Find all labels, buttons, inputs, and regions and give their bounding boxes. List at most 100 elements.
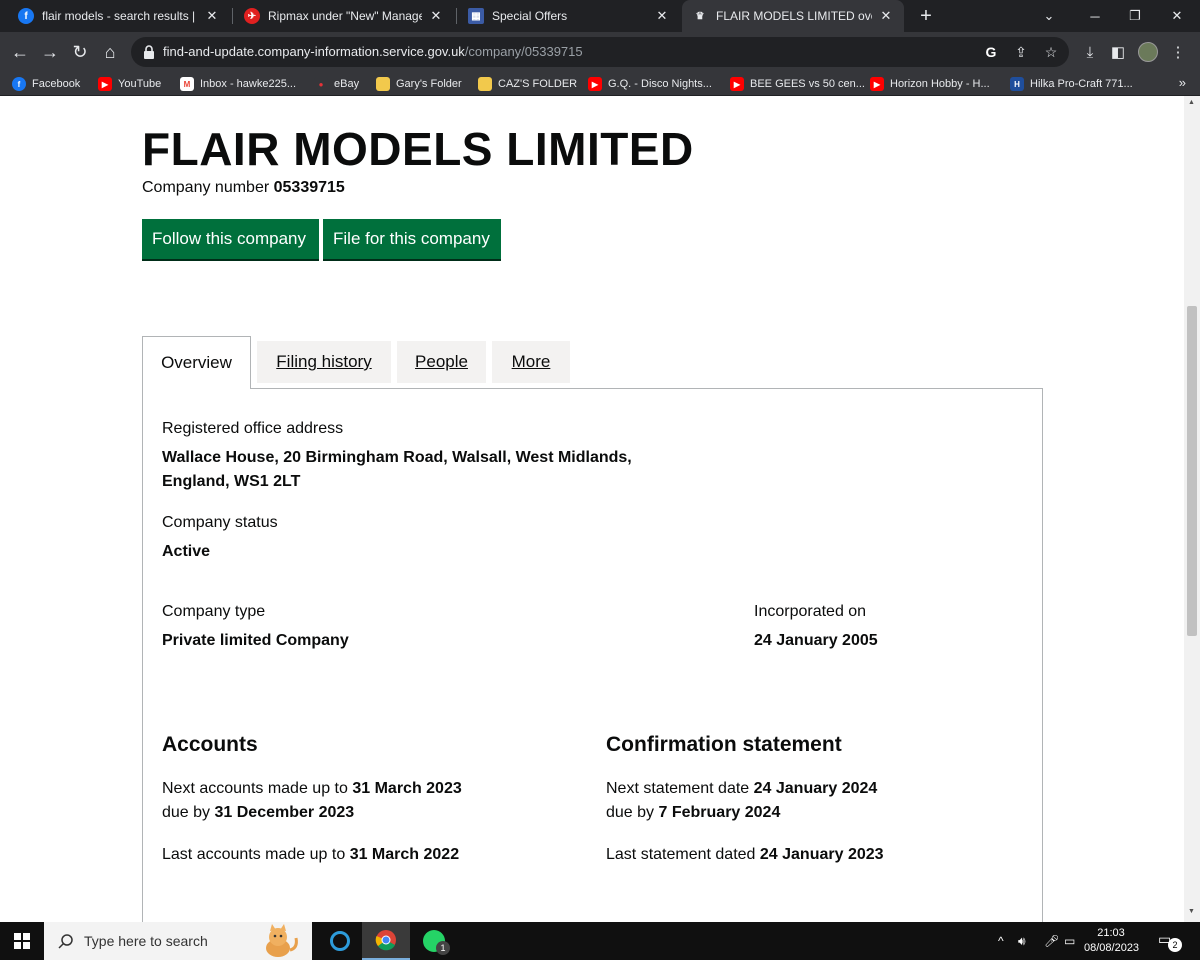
file-for-company-button[interactable]: File for this company	[323, 219, 501, 259]
folder-icon	[478, 77, 492, 91]
bookmark-bee-gees[interactable]: ▶ BEE GEES vs 50 cen...	[730, 75, 865, 93]
accounts-due-line: due by 31 December 2023	[162, 804, 355, 821]
whatsapp-icon[interactable]: 1	[410, 922, 458, 960]
accounts-heading: Accounts	[162, 733, 258, 756]
statement-due-line: due by 7 February 2024	[606, 804, 781, 821]
close-tab-icon[interactable]: ✕	[204, 8, 220, 24]
scroll-up-icon[interactable]: ▲	[1188, 99, 1195, 106]
follow-company-button[interactable]: Follow this company	[142, 219, 319, 259]
more-bookmarks-icon[interactable]: »	[1179, 75, 1186, 90]
shop-icon: ▦	[468, 8, 484, 24]
tab-filing-history[interactable]: Filing history	[257, 341, 391, 383]
bookmark-youtube[interactable]: ▶ YouTube	[98, 75, 161, 93]
taskbar-search-box[interactable]: Type here to search	[44, 922, 312, 960]
crown-icon: ♛	[695, 10, 705, 22]
bookmarks-bar: f Facebook ▶ YouTube M Inbox - hawke225... …	[0, 72, 1200, 96]
scroll-down-icon[interactable]: ▼	[1188, 908, 1195, 915]
system-clock[interactable]: 21:03 08/08/2023	[1084, 926, 1140, 956]
bookmark-disco-nights[interactable]: ▶ G.Q. - Disco Nights...	[588, 75, 712, 93]
page-scrollbar[interactable]: ▲ ▼	[1184, 96, 1200, 922]
overview-panel: Registered office address Wallace House,…	[142, 388, 1043, 922]
browser-tab-flair-models[interactable]: ♛ FLAIR MODELS LIMITED overview ✕	[682, 0, 904, 32]
incorporated-value: 24 January 2005	[754, 632, 878, 649]
company-type-label: Company type	[162, 603, 266, 620]
tab-people[interactable]: People	[397, 341, 486, 383]
tab-overview[interactable]: Overview	[142, 336, 251, 389]
network-icon[interactable]: ▭	[1064, 922, 1075, 960]
browser-tab-special-offers[interactable]: ▦ Special Offers ✕	[458, 0, 680, 32]
microphone-icon[interactable]: 🎤︎	[1044, 922, 1059, 960]
tab-search-icon[interactable]: ⌄	[1026, 0, 1072, 32]
registered-office-address-line2: England, WS1 2LT	[162, 473, 301, 490]
bookmark-ebay[interactable]: ● eBay	[314, 75, 359, 93]
chrome-icon[interactable]	[362, 922, 410, 960]
download-icon[interactable]: ⤓	[1078, 40, 1102, 64]
next-statement-line: Next statement date 24 January 2024	[606, 780, 878, 797]
incorporated-label: Incorporated on	[754, 603, 867, 620]
restore-button[interactable]: ❐	[1112, 0, 1158, 32]
youtube-icon: ▶	[98, 77, 112, 91]
cat-illustration-icon	[266, 924, 298, 957]
scrollbar-thumb[interactable]	[1187, 306, 1197, 636]
forward-icon[interactable]: →	[36, 38, 64, 66]
youtube-icon: ▶	[730, 77, 744, 91]
tab-separator	[232, 8, 233, 24]
profile-avatar[interactable]	[1136, 40, 1160, 64]
company-status-label: Company status	[162, 514, 278, 531]
tab-title: FLAIR MODELS LIMITED overview	[716, 9, 872, 23]
address-bar[interactable]: find-and-update.company-information.serv…	[131, 37, 1069, 67]
tab-title: flair models - search results | Face	[42, 9, 198, 23]
cortana-icon[interactable]	[316, 922, 364, 960]
new-tab-button[interactable]: +	[914, 4, 938, 28]
facebook-icon: f	[18, 8, 34, 24]
bookmark-star-icon[interactable]: ☆	[1041, 42, 1061, 62]
registered-office-label: Registered office address	[162, 420, 344, 437]
close-tab-icon[interactable]: ✕	[654, 8, 670, 24]
lock-icon	[144, 45, 154, 59]
next-accounts-line: Next accounts made up to 31 March 2023	[162, 780, 462, 797]
reload-icon[interactable]: ↻	[66, 38, 94, 66]
bookmark-hilka[interactable]: H Hilka Pro-Craft 771...	[1010, 75, 1133, 93]
tab-title: Special Offers	[492, 9, 568, 23]
youtube-icon: ▶	[588, 77, 602, 91]
browser-tab-facebook[interactable]: f flair models - search results | Face ✕	[8, 0, 230, 32]
notification-center-icon[interactable]: ▭ 2	[1156, 930, 1184, 952]
close-window-button[interactable]: ✕	[1154, 0, 1200, 32]
side-panel-icon[interactable]: ◧	[1106, 40, 1130, 64]
volume-icon[interactable]: 🔊︎	[1018, 922, 1026, 960]
menu-kebab-icon[interactable]: ⋮	[1166, 40, 1190, 64]
bookmark-garys-folder[interactable]: Gary's Folder	[376, 75, 462, 93]
last-accounts-line: Last accounts made up to 31 March 2022	[162, 846, 460, 863]
show-hidden-icons[interactable]: ^	[998, 922, 1004, 960]
bookmark-horizon-hobby[interactable]: ▶ Horizon Hobby - H...	[870, 75, 990, 93]
gmail-icon: M	[180, 77, 194, 91]
windows-start-icon[interactable]	[0, 922, 44, 960]
last-statement-line: Last statement dated 24 January 2023	[606, 846, 884, 863]
back-icon[interactable]: ←	[6, 38, 34, 66]
bookmark-inbox[interactable]: M Inbox - hawke225...	[180, 75, 296, 93]
notification-count: 2	[1168, 938, 1182, 952]
home-icon[interactable]: ⌂	[96, 38, 124, 66]
clock-time: 21:03	[1097, 927, 1125, 939]
bookmark-cazs-folder[interactable]: CAZ'S FOLDER	[478, 75, 577, 93]
tab-separator	[456, 8, 457, 24]
tab-more[interactable]: More	[492, 341, 570, 383]
search-placeholder: Type here to search	[84, 933, 208, 949]
browser-tab-ripmax[interactable]: ✈ Ripmax under "New" Manageme ✕	[234, 0, 454, 32]
confirmation-heading: Confirmation statement	[606, 733, 842, 756]
ebay-icon: ●	[314, 77, 328, 91]
registered-office-address-line1: Wallace House, 20 Birmingham Road, Walsa…	[162, 449, 632, 466]
clock-date: 08/08/2023	[1084, 942, 1140, 954]
google-lens-icon[interactable]: G	[981, 42, 1001, 62]
close-tab-icon[interactable]: ✕	[878, 8, 894, 24]
hilka-icon: H	[1010, 77, 1024, 91]
ripmax-icon: ✈	[244, 8, 260, 24]
tab-title: Ripmax under "New" Manageme	[268, 9, 422, 23]
web-page: FLAIR MODELS LIMITED Company number 0533…	[0, 96, 1184, 922]
url-text: find-and-update.company-information.serv…	[163, 44, 583, 59]
close-tab-icon[interactable]: ✕	[428, 8, 444, 24]
bookmark-facebook[interactable]: f Facebook	[12, 75, 80, 93]
share-icon[interactable]: ⇪	[1011, 42, 1031, 62]
screen: f flair models - search results | Face ✕…	[0, 0, 1200, 960]
browser-tab-strip: f flair models - search results | Face ✕…	[0, 0, 1200, 32]
